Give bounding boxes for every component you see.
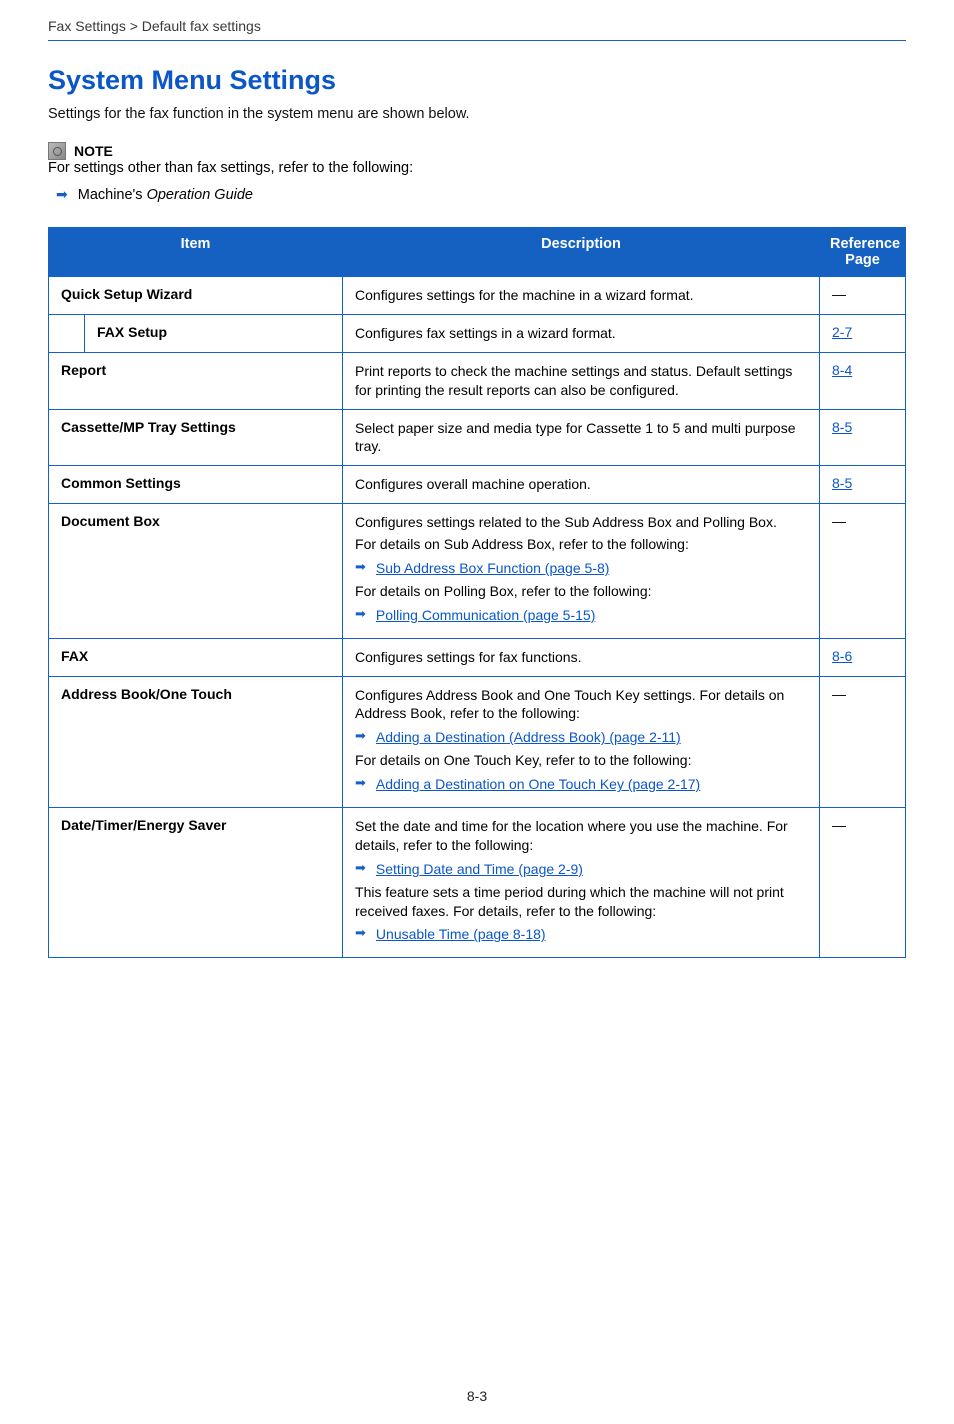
item-common: Common Settings bbox=[49, 466, 343, 504]
link-polling-comm[interactable]: Polling Communication (page 5-15) bbox=[376, 606, 595, 625]
table-row: Cassette/MP Tray Settings Select paper s… bbox=[49, 409, 906, 466]
table-row: Common Settings Configures overall machi… bbox=[49, 466, 906, 504]
arrow-icon: ➡ bbox=[355, 775, 366, 792]
link-ref-8-5a[interactable]: 8-5 bbox=[832, 419, 852, 435]
guide-italic: Operation Guide bbox=[147, 187, 253, 203]
link-ref-8-5b[interactable]: 8-5 bbox=[832, 475, 852, 491]
item-report: Report bbox=[49, 352, 343, 409]
link-sub-address-box[interactable]: Sub Address Box Function (page 5-8) bbox=[376, 559, 609, 578]
link-ref-2-7[interactable]: 2-7 bbox=[832, 324, 852, 340]
divider bbox=[48, 40, 906, 41]
item-indent bbox=[49, 314, 85, 352]
addrbook-line1: Configures Address Book and One Touch Ke… bbox=[355, 686, 807, 724]
arrow-icon: ➡ bbox=[355, 728, 366, 745]
link-add-destination-book[interactable]: Adding a Destination (Address Book) (pag… bbox=[376, 728, 681, 747]
ref-datetime: — bbox=[820, 808, 906, 958]
link-unusable-time[interactable]: Unusable Time (page 8-18) bbox=[376, 925, 546, 944]
ref-addrbook: — bbox=[820, 676, 906, 807]
desc-fax-setup: Configures fax settings in a wizard form… bbox=[343, 314, 820, 352]
ref-fax-setup: 2-7 bbox=[820, 314, 906, 352]
table-row: Date/Timer/Energy Saver Set the date and… bbox=[49, 808, 906, 958]
ref-common: 8-5 bbox=[820, 466, 906, 504]
link-setting-date-time[interactable]: Setting Date and Time (page 2-9) bbox=[376, 860, 583, 879]
note-icon bbox=[48, 142, 66, 160]
guide-prefix: Machine's bbox=[78, 187, 147, 203]
table-row: FAX Setup Configures fax settings in a w… bbox=[49, 314, 906, 352]
link-ref-8-4[interactable]: 8-4 bbox=[832, 362, 852, 378]
header-item: Item bbox=[49, 228, 343, 277]
page-title: System Menu Settings bbox=[48, 65, 906, 96]
item-fax-setup: FAX Setup bbox=[85, 314, 343, 352]
item-quick-setup: Quick Setup Wizard bbox=[49, 277, 343, 315]
ref-quick-setup: — bbox=[820, 277, 906, 315]
datetime-line1: Set the date and time for the location w… bbox=[355, 817, 807, 855]
link-ref-8-6[interactable]: 8-6 bbox=[832, 648, 852, 664]
docbox-line2: For details on Sub Address Box, refer to… bbox=[355, 535, 807, 554]
ref-docbox: — bbox=[820, 504, 906, 638]
arrow-icon: ➡ bbox=[355, 925, 366, 942]
datetime-line2: This feature sets a time period during w… bbox=[355, 883, 807, 921]
guide-reference: Machine's Operation Guide bbox=[78, 187, 253, 203]
intro-text: Settings for the fax function in the sys… bbox=[48, 106, 906, 122]
header-description: Description bbox=[343, 228, 820, 277]
page-number: 8-3 bbox=[48, 1388, 906, 1424]
table-row: Address Book/One Touch Configures Addres… bbox=[49, 676, 906, 807]
desc-cassette: Select paper size and media type for Cas… bbox=[343, 409, 820, 466]
addrbook-line2: For details on One Touch Key, refer to t… bbox=[355, 751, 807, 770]
arrow-icon: ➡ bbox=[56, 186, 68, 203]
ref-report: 8-4 bbox=[820, 352, 906, 409]
item-addrbook: Address Book/One Touch bbox=[49, 676, 343, 807]
desc-common: Configures overall machine operation. bbox=[343, 466, 820, 504]
desc-report: Print reports to check the machine setti… bbox=[343, 352, 820, 409]
note-text: For settings other than fax settings, re… bbox=[48, 160, 906, 176]
desc-fax: Configures settings for fax functions. bbox=[343, 638, 820, 676]
ref-cassette: 8-5 bbox=[820, 409, 906, 466]
desc-quick-setup: Configures settings for the machine in a… bbox=[343, 277, 820, 315]
item-datetime: Date/Timer/Energy Saver bbox=[49, 808, 343, 958]
ref-fax: 8-6 bbox=[820, 638, 906, 676]
desc-addrbook: Configures Address Book and One Touch Ke… bbox=[343, 676, 820, 807]
table-row: Document Box Configures settings related… bbox=[49, 504, 906, 638]
arrow-icon: ➡ bbox=[355, 606, 366, 623]
docbox-line3: For details on Polling Box, refer to the… bbox=[355, 582, 807, 601]
table-row: Report Print reports to check the machin… bbox=[49, 352, 906, 409]
desc-datetime: Set the date and time for the location w… bbox=[343, 808, 820, 958]
item-cassette: Cassette/MP Tray Settings bbox=[49, 409, 343, 466]
arrow-icon: ➡ bbox=[355, 860, 366, 877]
desc-docbox: Configures settings related to the Sub A… bbox=[343, 504, 820, 638]
item-fax: FAX bbox=[49, 638, 343, 676]
breadcrumb: Fax Settings > Default fax settings bbox=[48, 18, 906, 40]
note-label: NOTE bbox=[74, 143, 113, 159]
docbox-line1: Configures settings related to the Sub A… bbox=[355, 513, 807, 532]
settings-table: Item Description Reference Page Quick Se… bbox=[48, 227, 906, 958]
item-docbox: Document Box bbox=[49, 504, 343, 638]
table-row: Quick Setup Wizard Configures settings f… bbox=[49, 277, 906, 315]
link-add-destination-onetouch[interactable]: Adding a Destination on One Touch Key (p… bbox=[376, 775, 700, 794]
header-reference: Reference Page bbox=[820, 228, 906, 277]
table-row: FAX Configures settings for fax function… bbox=[49, 638, 906, 676]
arrow-icon: ➡ bbox=[355, 559, 366, 576]
